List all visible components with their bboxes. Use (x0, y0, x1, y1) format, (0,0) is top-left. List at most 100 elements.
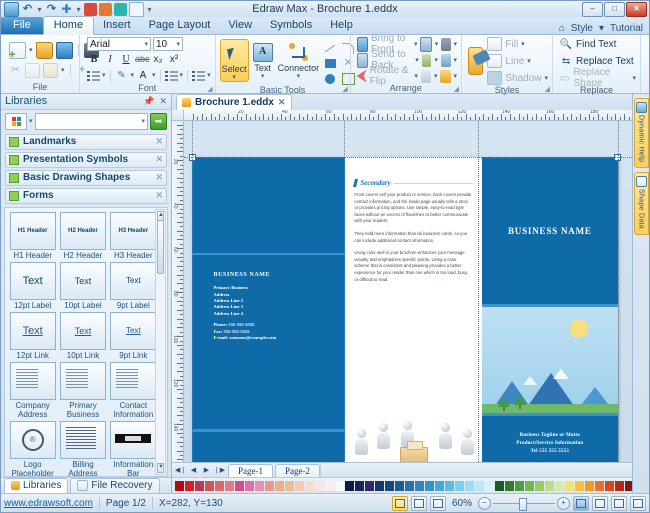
color-swatch[interactable] (535, 480, 544, 491)
new-document-icon[interactable] (129, 1, 144, 17)
color-swatch[interactable] (605, 480, 614, 491)
fill-label[interactable]: Fill (505, 39, 518, 50)
fill-icon[interactable] (487, 37, 503, 51)
color-swatch[interactable] (175, 480, 184, 491)
chevron-down-icon[interactable]: ▾ (131, 68, 135, 83)
find-text-icon[interactable]: 🔍 (559, 38, 573, 51)
library-search-input[interactable]: ▾ (34, 112, 148, 130)
shape-item[interactable]: Text 9pt Label (110, 261, 157, 310)
chevron-down-icon[interactable]: ▾ (141, 117, 145, 125)
dock-tab-file-recovery[interactable]: File Recovery (70, 478, 160, 493)
find-text-label[interactable]: Find Text (576, 39, 616, 50)
shape-item[interactable]: H1 Header H1 Header (9, 211, 56, 260)
vertical-guide[interactable] (478, 121, 479, 462)
new-file-icon[interactable] (9, 41, 26, 60)
chevron-down-icon[interactable]: ▾ (414, 37, 418, 52)
export-ppt-icon[interactable] (99, 2, 112, 16)
shadow-icon[interactable] (487, 71, 503, 85)
chevron-down-icon[interactable]: ▾ (207, 68, 211, 83)
close-icon[interactable]: ✕ (155, 172, 163, 183)
color-swatch[interactable] (325, 480, 334, 491)
line-icon[interactable] (487, 54, 503, 68)
shape-item[interactable]: H3 Header H3 Header (110, 211, 157, 260)
basic-tools-dialog-launcher-icon[interactable]: ◢ (342, 85, 347, 93)
shape-item[interactable]: Company Address (9, 361, 56, 419)
shape-item[interactable]: Text 12pt Link (9, 311, 56, 360)
shape-item[interactable]: Contact Information (110, 361, 157, 419)
color-swatch[interactable] (385, 480, 394, 491)
ruler-corner[interactable] (172, 110, 184, 121)
font-family-input[interactable]: Arial ▾ (87, 37, 151, 51)
replace-shape-icon[interactable]: ▭ (559, 72, 570, 85)
bold-button[interactable]: B (87, 53, 101, 66)
chevron-down-icon[interactable]: ▾ (435, 37, 439, 52)
view-filter-button[interactable] (429, 495, 446, 511)
color-swatch[interactable] (265, 480, 274, 491)
shape-list-scrollbar[interactable]: ▲ ▼ (155, 208, 166, 475)
zoom-slider[interactable]: − + (478, 496, 570, 511)
export-pdf-icon[interactable] (84, 2, 97, 16)
color-swatch[interactable] (375, 480, 384, 491)
style-menu[interactable]: Style (571, 23, 593, 34)
horizontal-guide[interactable] (184, 157, 632, 158)
chevron-down-icon[interactable]: ▾ (434, 69, 438, 84)
tab-help[interactable]: Help (321, 17, 362, 34)
color-swatch[interactable] (475, 480, 484, 491)
color-swatch[interactable] (445, 480, 454, 491)
color-swatch[interactable] (335, 480, 344, 491)
chevron-down-icon[interactable]: ▾ (297, 73, 301, 80)
shape-item[interactable]: Text 12pt Label (9, 261, 56, 310)
color-swatch[interactable] (625, 480, 632, 491)
color-swatch[interactable] (255, 480, 264, 491)
color-swatch[interactable] (355, 480, 364, 491)
color-swatch[interactable] (435, 480, 444, 491)
color-swatch[interactable] (345, 480, 354, 491)
shape-item[interactable]: Primary Business (59, 361, 106, 419)
color-swatch[interactable] (495, 480, 504, 491)
color-swatch[interactable] (555, 480, 564, 491)
chevron-down-icon[interactable]: ▾ (141, 40, 148, 48)
color-swatch[interactable] (195, 480, 204, 491)
color-swatch[interactable] (545, 480, 554, 491)
dynamic-help-tab[interactable]: Dynamic Help (633, 98, 649, 169)
last-page-button[interactable]: ❘▶ (213, 464, 226, 476)
subscript-button[interactable]: x₂ (151, 53, 165, 66)
zoom-track[interactable] (493, 497, 555, 511)
color-swatch[interactable] (305, 480, 314, 491)
chevron-down-icon[interactable]: ▾ (232, 74, 236, 81)
chevron-down-icon[interactable]: ▾ (173, 40, 180, 48)
minimize-button[interactable]: – (582, 1, 603, 17)
shape-item[interactable]: Text 10pt Label (59, 261, 106, 310)
shadow-label[interactable]: Shadow (505, 73, 541, 84)
dock-tab-libraries[interactable]: Libraries (4, 478, 69, 493)
highlight-color-icon[interactable]: ✎ (115, 69, 129, 82)
tab-view[interactable]: View (219, 17, 261, 34)
send-to-back-icon[interactable] (356, 52, 369, 68)
page-tab-2[interactable]: Page-2 (275, 463, 320, 477)
tab-insert[interactable]: Insert (94, 17, 140, 34)
chevron-down-icon[interactable]: ▾ (454, 37, 458, 52)
chevron-down-icon[interactable]: ▾ (102, 68, 106, 83)
scrollbar-thumb[interactable] (157, 219, 164, 274)
color-swatch[interactable] (395, 480, 404, 491)
zoom-in-button[interactable]: + (557, 496, 570, 510)
chevron-down-icon[interactable]: ▾ (527, 54, 531, 69)
chevron-down-icon[interactable]: ▾ (414, 69, 418, 84)
fit-page-button[interactable] (573, 495, 589, 511)
bullet-list-icon[interactable] (87, 69, 100, 82)
chevron-down-icon[interactable]: ▾ (415, 53, 419, 68)
color-swatch[interactable] (225, 480, 234, 491)
color-swatch[interactable] (515, 480, 524, 491)
chevron-down-icon[interactable]: ▾ (599, 23, 604, 34)
lock-icon[interactable] (440, 69, 451, 83)
tab-symbols[interactable]: Symbols (261, 17, 321, 34)
qat-more-icon[interactable]: ▾ (146, 3, 153, 16)
first-page-button[interactable]: ◀❘ (174, 464, 187, 476)
line-tool-icon[interactable] (323, 42, 337, 55)
library-category-landmarks[interactable]: Landmarks ✕ (5, 133, 167, 150)
group-icon[interactable] (421, 53, 432, 67)
shape-item[interactable]: H2 Header H2 Header (59, 211, 106, 260)
color-swatch[interactable] (595, 480, 604, 491)
rotate-flip-icon[interactable] (356, 69, 367, 83)
font-dialog-launcher-icon[interactable]: ◢ (207, 85, 212, 93)
